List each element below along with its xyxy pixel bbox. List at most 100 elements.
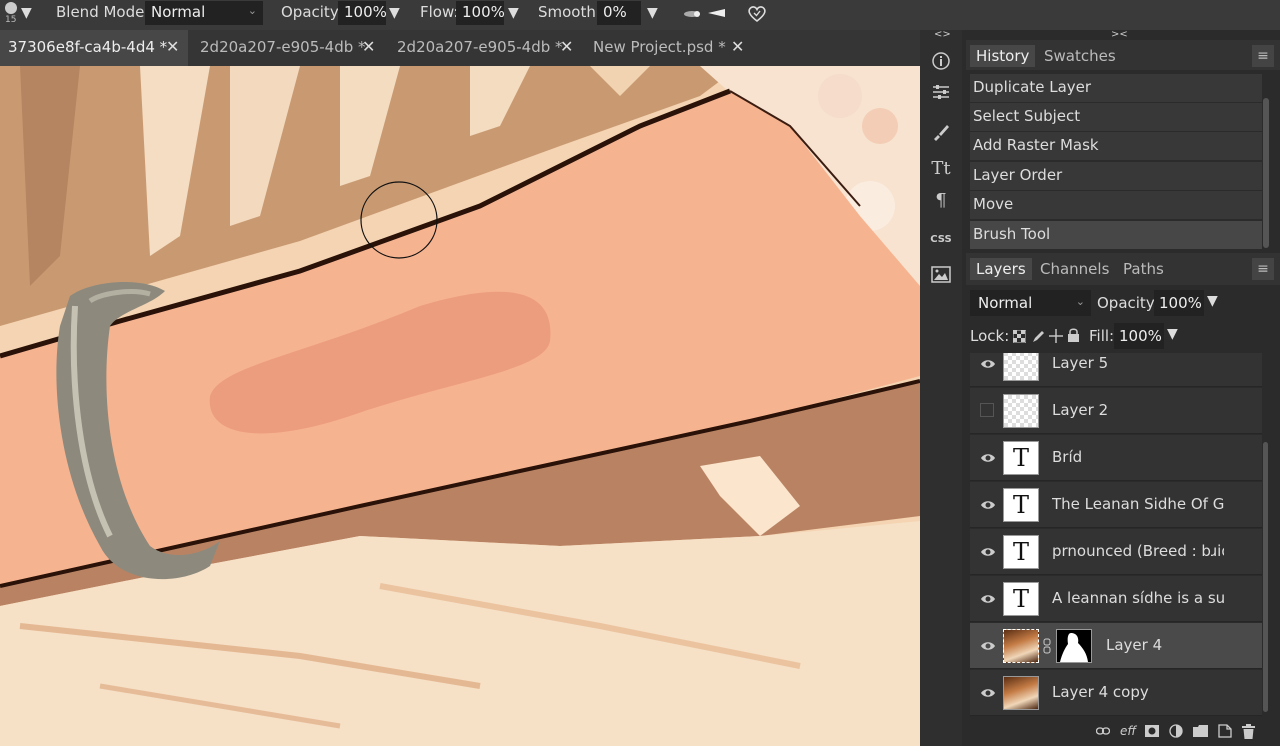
close-icon[interactable]: ✕ — [560, 37, 573, 56]
history-item[interactable]: Move — [970, 191, 1262, 219]
history-item[interactable]: Select Subject — [970, 103, 1262, 131]
layer-blend-select[interactable]: Normal ⌄ — [970, 290, 1091, 316]
layer-mask-thumbnail[interactable] — [1056, 629, 1092, 663]
add-mask-icon[interactable] — [1145, 725, 1159, 737]
flow-dropdown-icon[interactable]: ▼ — [508, 5, 519, 21]
tab-paths[interactable]: Paths — [1117, 258, 1170, 280]
history-scrollbar[interactable] — [1263, 98, 1269, 248]
paragraph-icon[interactable]: ¶ — [920, 190, 962, 218]
opacity-dropdown-icon[interactable]: ▼ — [389, 5, 400, 21]
adjustment-layer-icon[interactable] — [1169, 724, 1183, 738]
layer-row[interactable]: T The Leanan Sidhe Of Gal — [970, 482, 1262, 528]
heart-icon[interactable] — [747, 4, 767, 24]
folder-icon[interactable] — [1193, 725, 1208, 737]
layer-row[interactable]: T Bríd — [970, 435, 1262, 481]
history-item[interactable]: Layer Order — [970, 162, 1262, 190]
info-icon[interactable] — [920, 47, 962, 75]
lock-position-icon[interactable] — [1049, 329, 1063, 343]
fill-input[interactable]: 100% — [1114, 323, 1164, 349]
tab-swatches[interactable]: Swatches — [1038, 45, 1122, 67]
fill-label: Fill: — [1089, 327, 1115, 345]
tab-label: 37306e8f-ca4b-4d4 * — [8, 38, 168, 56]
pressure-opacity-icon[interactable] — [682, 8, 702, 20]
layer-name: prnounced (Breed : bɹid) — [1052, 542, 1224, 560]
lock-pixels-icon[interactable] — [1031, 329, 1045, 343]
tab-document-4[interactable]: New Project.psd * ✕ — [586, 30, 756, 66]
tab-document-1[interactable]: 37306e8f-ca4b-4d4 * ✕ — [0, 30, 188, 66]
tab-document-2[interactable]: 2d20a207-e905-4db * ✕ — [190, 30, 386, 66]
layer-row[interactable]: T prnounced (Breed : bɹid) — [970, 529, 1262, 575]
pressure-size-icon[interactable] — [707, 7, 727, 19]
brush-size: 15 — [5, 15, 17, 25]
document-canvas[interactable] — [0, 66, 920, 746]
smooth-label: Smooth: — [538, 3, 601, 21]
adjustments-icon[interactable] — [920, 78, 962, 106]
eye-icon[interactable] — [980, 591, 996, 607]
tab-channels[interactable]: Channels — [1034, 258, 1115, 280]
flow-input[interactable]: 100% — [456, 1, 505, 25]
lock-transparency-icon[interactable] — [1013, 330, 1026, 343]
eye-icon[interactable] — [980, 497, 996, 513]
close-icon[interactable]: ✕ — [731, 37, 744, 56]
tab-layers[interactable]: Layers — [970, 258, 1032, 280]
image-icon[interactable] — [920, 262, 962, 290]
link-icon[interactable] — [1043, 638, 1051, 654]
layer-effects-icon[interactable]: eff — [1120, 724, 1136, 738]
layer-opacity-input[interactable]: 100% — [1154, 290, 1204, 316]
blend-mode-value: Normal — [151, 3, 206, 21]
layers-list: Layer 5 Layer 2 T Bríd T The Leanan Sidh… — [966, 353, 1280, 717]
history-menu-button[interactable]: ≡ — [1252, 45, 1274, 67]
brush-tip-icon — [5, 2, 17, 14]
new-layer-icon[interactable] — [1218, 724, 1232, 738]
layers-scrollbar[interactable] — [1263, 442, 1268, 712]
layer-row[interactable]: Layer 5 — [970, 353, 1262, 387]
history-item[interactable]: Add Raster Mask — [970, 132, 1262, 160]
layers-menu-button[interactable]: ≡ — [1252, 258, 1274, 280]
fill-dropdown-icon[interactable]: ▼ — [1167, 326, 1178, 342]
trash-icon[interactable] — [1242, 724, 1255, 739]
text-layer-thumbnail: T — [1003, 441, 1039, 475]
layer-thumbnail — [1003, 629, 1039, 663]
eye-icon[interactable] — [980, 638, 996, 654]
layer-row[interactable]: Layer 4 copy — [970, 670, 1262, 716]
eye-icon[interactable] — [980, 450, 996, 466]
close-icon[interactable]: ✕ — [362, 37, 375, 56]
text-layer-thumbnail: T — [1003, 488, 1039, 522]
character-icon[interactable]: Tt — [920, 158, 962, 186]
canvas-artwork — [0, 66, 920, 746]
layer-row[interactable]: Layer 2 — [970, 388, 1262, 434]
opacity-input[interactable]: 100% — [338, 1, 387, 25]
layer-row-selected[interactable]: Layer 4 — [970, 623, 1262, 669]
lock-all-icon[interactable] — [1067, 328, 1080, 343]
collapse-strip-icon[interactable]: <> — [934, 29, 951, 40]
layer-name: A leannan sídhe is a supe — [1052, 589, 1224, 607]
layer-thumbnail — [1003, 394, 1039, 428]
expand-panels-icon[interactable]: >< — [1111, 29, 1128, 40]
tab-document-3[interactable]: 2d20a207-e905-4db * ✕ — [388, 30, 584, 66]
eye-icon[interactable] — [980, 544, 996, 560]
layer-name: Bríd — [1052, 448, 1083, 466]
tab-label: 2d20a207-e905-4db * — [397, 38, 563, 56]
layer-row[interactable]: T A leannan sídhe is a supe — [970, 576, 1262, 622]
history-item-current[interactable]: Brush Tool — [970, 221, 1262, 249]
blend-mode-select[interactable]: Normal ⌄ — [145, 1, 263, 25]
smooth-dropdown-icon[interactable]: ▼ — [647, 5, 658, 21]
flow-label: Flow: — [420, 3, 459, 21]
smooth-input[interactable]: 0% — [597, 1, 641, 25]
eye-icon[interactable] — [980, 356, 996, 372]
history-item[interactable]: Duplicate Layer — [970, 74, 1262, 102]
brush-dropdown-icon[interactable]: ▼ — [21, 5, 32, 21]
link-layers-icon[interactable] — [1096, 726, 1110, 736]
layer-opacity-dropdown-icon[interactable]: ▼ — [1207, 293, 1218, 309]
layer-name: Layer 4 — [1106, 636, 1163, 654]
text-layer-thumbnail: T — [1003, 535, 1039, 569]
document-tab-bar: 37306e8f-ca4b-4d4 * ✕ 2d20a207-e905-4db … — [0, 30, 920, 66]
visibility-checkbox-empty[interactable] — [980, 403, 994, 417]
css-icon[interactable]: CSS — [920, 234, 962, 262]
eye-icon[interactable] — [980, 685, 996, 701]
brush-settings-icon[interactable] — [920, 118, 962, 146]
brush-preset-picker[interactable]: 15 — [2, 1, 22, 29]
tab-history[interactable]: History — [970, 45, 1036, 67]
close-icon[interactable]: ✕ — [166, 37, 179, 56]
layer-name: Layer 4 copy — [1052, 683, 1149, 701]
